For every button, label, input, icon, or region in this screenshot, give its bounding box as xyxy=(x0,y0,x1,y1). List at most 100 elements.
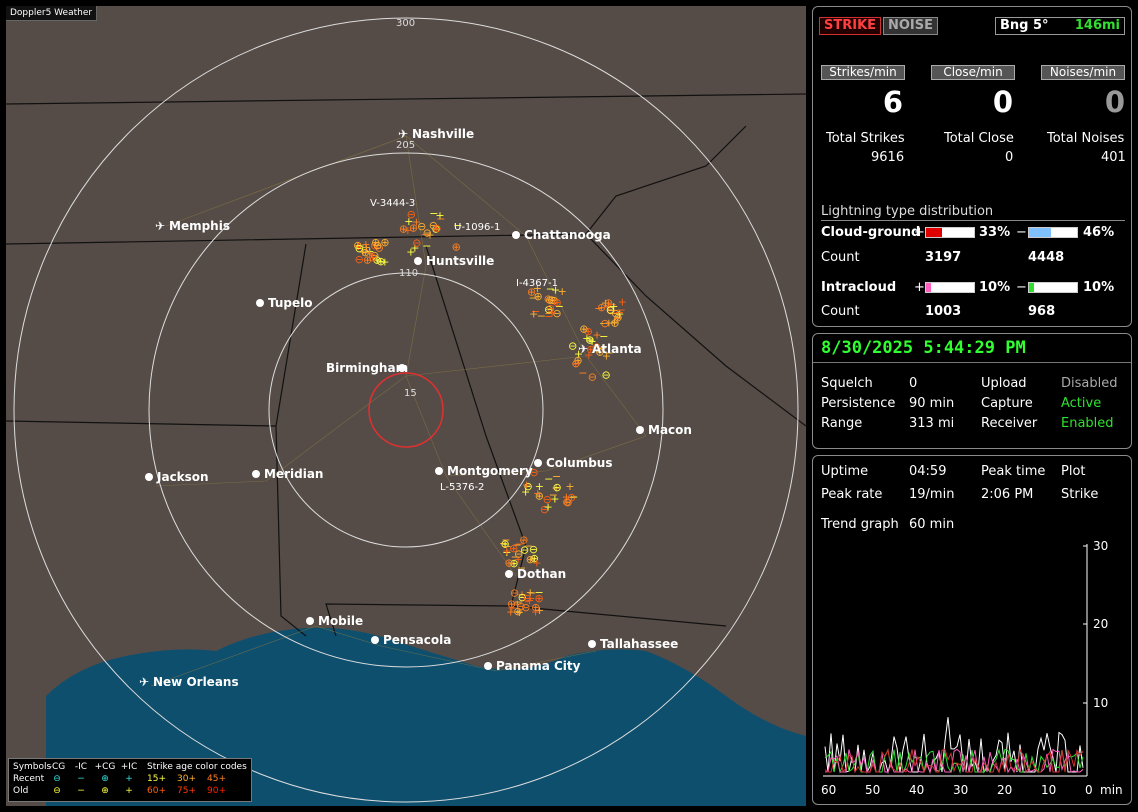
strike-mark-icon: ⊖ xyxy=(546,302,555,315)
peak-time-value: 2:06 PM xyxy=(981,487,1034,502)
noises-per-min-header[interactable]: Noises/min xyxy=(1041,65,1125,80)
cg-count-label: Count xyxy=(821,250,860,265)
strike-mark-icon: ⊕ xyxy=(531,601,540,614)
city-panama-city-label[interactable]: Panama City xyxy=(496,659,581,673)
city-mobile-label[interactable]: Mobile xyxy=(318,614,363,628)
strike-status-panel: STRIKE NOISE Bng 5° 146mi Strikes/min Cl… xyxy=(812,6,1132,327)
noise-mode-button[interactable]: NOISE xyxy=(883,17,939,35)
strike-mark-icon: ⊖ xyxy=(588,371,597,384)
ring-label-110: 110 xyxy=(399,268,418,279)
storm-cell-label[interactable]: V-3444-3 xyxy=(370,198,415,209)
ic-pos-bar xyxy=(925,282,975,293)
city-columbus-dot-icon xyxy=(534,459,542,467)
trend-label: Trend graph xyxy=(821,517,899,532)
plot-value[interactable]: Strike xyxy=(1061,487,1098,502)
city-nashville-label[interactable]: Nashville xyxy=(412,127,474,141)
city-dothan-label[interactable]: Dothan xyxy=(517,567,566,581)
close-per-min-header[interactable]: Close/min xyxy=(931,65,1015,80)
city-atlanta-label[interactable]: Atlanta xyxy=(592,342,642,356)
distribution-divider xyxy=(821,220,1125,221)
pos-cg-old-icon: ⊕ xyxy=(101,786,109,796)
strikes-per-min-header[interactable]: Strikes/min xyxy=(821,65,905,80)
strike-mark-icon: ⊖ xyxy=(355,242,364,255)
strike-mark-icon: ⊕ xyxy=(534,290,543,303)
peak-time-label: Peak time xyxy=(981,464,1046,479)
city-birmingham-label[interactable]: Birmingham xyxy=(326,361,408,375)
strike-mark-icon: ⊕ xyxy=(409,222,418,235)
peak-rate-label: Peak rate xyxy=(821,487,883,502)
city-chattanooga-label[interactable]: Chattanooga xyxy=(524,228,611,242)
city-montgomery-label[interactable]: Montgomery xyxy=(447,464,533,478)
city-tallahassee-label[interactable]: Tallahassee xyxy=(600,637,678,651)
strike-mark-icon: ⊖ xyxy=(602,368,611,381)
current-datetime: 8/30/2025 5:44:29 PM xyxy=(821,338,1026,358)
total-strikes-label: Total Strikes xyxy=(826,131,905,146)
city-new-orleans-label[interactable]: New Orleans xyxy=(153,675,239,689)
city-columbus-label[interactable]: Columbus xyxy=(546,456,613,470)
age-15: 15+ xyxy=(147,774,166,784)
storm-cell-label[interactable]: L-5376-2 xyxy=(440,482,484,493)
city-meridian-label[interactable]: Meridian xyxy=(264,467,323,481)
cg-label: Cloud-ground xyxy=(821,225,921,240)
bearing-readout: Bng 5° 146mi xyxy=(995,17,1125,35)
lightning-map[interactable]: 15 110 205 300 + ⊖ ⊖ + − ⊖ + − + ⊖ ⊖ + ⊕ + ⊕ − − + ⊖ ⊕ − ⊕ − ⊖ − − ⊕ ⊖… xyxy=(6,6,806,806)
city-dothan-dot-icon xyxy=(505,570,513,578)
system-info-panel: 8/30/2025 5:44:29 PM Squelch 0 Upload Di… xyxy=(812,333,1132,449)
city-montgomery-dot-icon xyxy=(435,467,443,475)
storm-cell-label[interactable]: U-1096-1 xyxy=(454,222,500,233)
plot-label: Plot xyxy=(1061,464,1086,479)
legend-header-pos-cg: +CG xyxy=(94,762,116,772)
city-huntsville-label[interactable]: Huntsville xyxy=(426,254,494,268)
symbol-legend: Symbols -CG -IC +CG +IC Strike age color… xyxy=(8,758,252,802)
city-tallahassee-dot-icon xyxy=(588,640,596,648)
city-new-orleans-airport-icon: ✈ xyxy=(139,675,149,689)
city-macon-label[interactable]: Macon xyxy=(648,423,692,437)
age-75: 75+ xyxy=(177,786,196,796)
datetime-divider xyxy=(813,362,1131,363)
squelch-value: 0 xyxy=(909,376,918,391)
x-unit-label: min xyxy=(1100,783,1123,797)
strike-mark-icon: ⊖ xyxy=(600,317,609,330)
city-memphis-airport-icon: ✈ xyxy=(155,219,165,233)
strike-mark-icon: ⊖ xyxy=(571,357,580,370)
city-tupelo-label[interactable]: Tupelo xyxy=(268,296,313,310)
storm-cell-label[interactable]: I-4367-1 xyxy=(516,278,558,289)
city-macon-dot-icon xyxy=(636,426,644,434)
legend-header-neg-cg: -CG xyxy=(48,762,66,772)
city-pensacola-label[interactable]: Pensacola xyxy=(383,633,451,647)
trend-graph: 30 20 10 60 50 40 30 20 10 0 min xyxy=(821,540,1123,797)
squelch-label: Squelch xyxy=(821,376,873,391)
city-panama-city-dot-icon xyxy=(484,662,492,670)
x-tick-label: 10 xyxy=(1041,783,1056,797)
strike-mode-button[interactable]: STRIKE xyxy=(819,17,882,35)
persistence-value: 90 min xyxy=(909,396,955,411)
ic-pos-pct: 10% xyxy=(979,280,1011,295)
x-tick-label: 0 xyxy=(1085,783,1093,797)
pos-cg-recent-icon: ⊕ xyxy=(101,774,109,784)
neg-cg-recent-icon: ⊖ xyxy=(53,774,61,784)
total-close-label: Total Close xyxy=(944,131,1014,146)
legend-header-pos-ic: +IC xyxy=(120,762,138,772)
legend-recent-label: Recent xyxy=(13,774,45,784)
capture-value[interactable]: Active xyxy=(1061,396,1101,411)
close-per-min-value: 0 xyxy=(992,85,1013,119)
strike-mark-icon: ⊕ xyxy=(432,222,441,235)
neg-cg-old-icon: ⊖ xyxy=(53,786,61,796)
capture-label: Capture xyxy=(981,396,1033,411)
strike-mark-icon: ⊖ xyxy=(606,304,615,317)
ic-pos-sign: + xyxy=(914,280,925,295)
ic-neg-sign: − xyxy=(1016,280,1027,295)
ic-neg-count: 968 xyxy=(1028,304,1056,319)
city-memphis-label[interactable]: Memphis xyxy=(169,219,230,233)
upload-value[interactable]: Disabled xyxy=(1061,376,1117,391)
ring-label-205: 205 xyxy=(396,140,415,151)
city-mobile-dot-icon xyxy=(306,617,314,625)
neg-ic-old-icon: − xyxy=(77,786,85,796)
strike-mark-icon: − xyxy=(422,240,431,253)
strike-mark-icon: + xyxy=(522,478,531,491)
receiver-value[interactable]: Enabled xyxy=(1061,416,1114,431)
map-canvas[interactable]: 15110205300 +⊖ ⊖+−⊖+ −+⊖⊖+⊕+⊕ −−+⊖ ⊕−⊕−⊖−−⊕⊖… xyxy=(6,6,806,806)
trend-value[interactable]: 60 min xyxy=(909,517,954,532)
city-jackson-label[interactable]: Jackson xyxy=(156,470,209,484)
uptime-label: Uptime xyxy=(821,464,869,479)
